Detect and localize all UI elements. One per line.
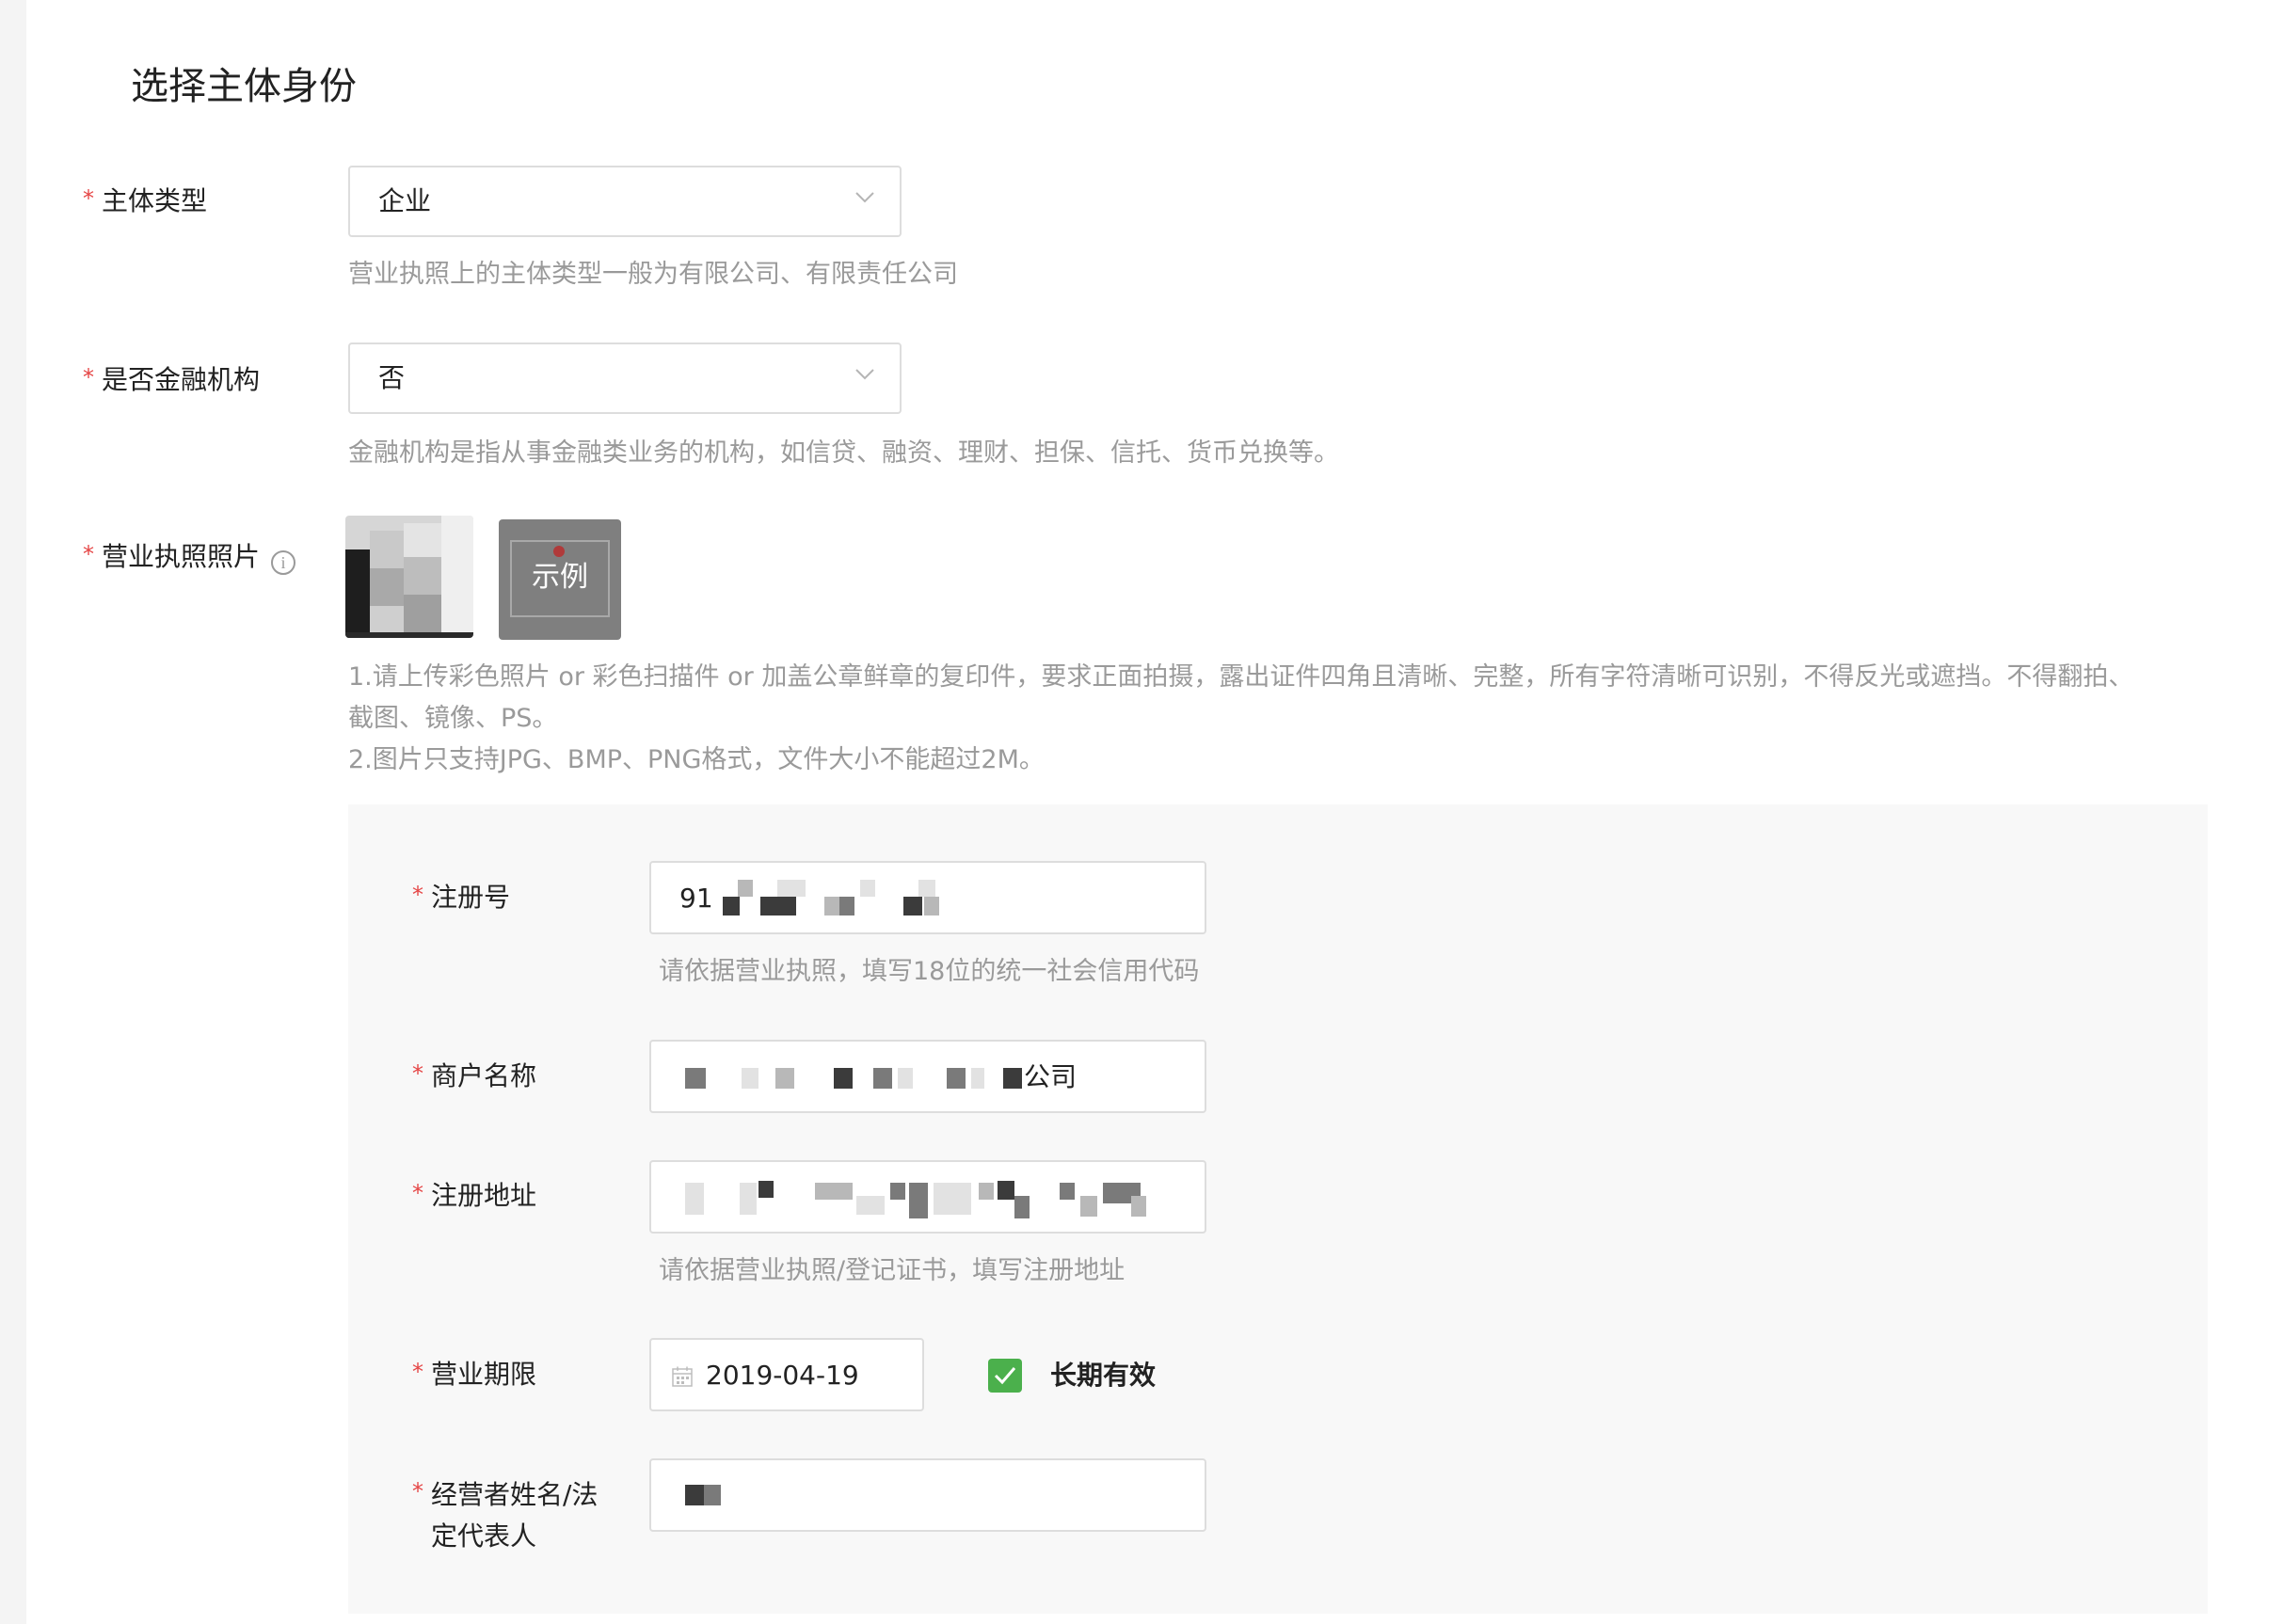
required-star: * <box>83 364 94 390</box>
redaction-block <box>1014 1196 1030 1218</box>
required-star: * <box>412 1180 423 1206</box>
redaction-block <box>777 880 806 897</box>
license-photo-hint-2: 2.图片只支持JPG、BMP、PNG格式，文件大小不能超过2M。 <box>348 745 1045 774</box>
redaction-block <box>1003 1068 1022 1089</box>
license-photo-label-text: 营业执照照片 <box>102 541 261 572</box>
redaction-block <box>898 1068 913 1089</box>
uploaded-license-thumbnail[interactable] <box>345 516 473 638</box>
business-term-label: * 营业期限 <box>412 1354 536 1396</box>
financial-institution-hint: 金融机构是指从事金融类业务的机构，如信贷、融资、理财、担保、信托、货币兑换等。 <box>348 438 1339 468</box>
entity-type-value: 企业 <box>378 185 432 216</box>
redaction-block <box>685 1485 706 1505</box>
financial-institution-value: 否 <box>378 362 406 393</box>
redaction-block <box>856 1196 885 1215</box>
required-star: * <box>412 882 423 908</box>
license-photo-hint-1: 1.请上传彩色照片 or 彩色扫描件 or 加盖公章鲜章的复印件，要求正面拍摄，… <box>348 662 2134 733</box>
financial-institution-select[interactable]: 否 <box>348 342 902 414</box>
business-term-label-text: 营业期限 <box>431 1359 537 1390</box>
redaction-block <box>839 897 854 915</box>
reg-number-hint: 请依据营业执照，填写18位的统一社会信用代码 <box>659 957 1200 986</box>
reg-address-input[interactable] <box>649 1160 1206 1234</box>
sample-label: 示例 <box>532 561 588 594</box>
redaction-block <box>742 1068 758 1089</box>
reg-number-label-text: 注册号 <box>431 882 511 913</box>
redaction-block <box>740 1183 757 1215</box>
redaction-block <box>760 897 796 915</box>
calendar-icon <box>672 1366 693 1387</box>
redaction-block <box>909 1183 928 1218</box>
reg-number-prefix: 91 <box>679 883 713 914</box>
redaction-block <box>1060 1183 1075 1200</box>
form-card: 选择主体身份 * 主体类型 企业 营业执照上的主体类型一般为有限公司、有限责任公司… <box>26 0 2283 1624</box>
merchant-name-label: * 商户名称 <box>412 1056 536 1098</box>
merchant-name-suffix: 公司 <box>1024 1061 1078 1092</box>
redaction-block <box>947 1068 966 1089</box>
redaction-block <box>685 1068 706 1089</box>
reg-address-hint: 请依据营业执照/登记证书，填写注册地址 <box>659 1256 1126 1285</box>
reg-address-label-text: 注册地址 <box>431 1180 537 1211</box>
required-star: * <box>412 1060 423 1087</box>
required-star: * <box>412 1359 423 1385</box>
long-term-label[interactable]: 长期有效 <box>1050 1355 1156 1396</box>
redaction-block <box>758 1181 774 1198</box>
redaction-block <box>903 897 922 915</box>
redaction-block <box>1131 1196 1146 1217</box>
reg-number-label: * 注册号 <box>412 877 510 919</box>
financial-institution-label: * 是否金融机构 <box>83 359 260 402</box>
merchant-name-label-text: 商户名称 <box>431 1060 537 1091</box>
redaction-block <box>998 1181 1014 1200</box>
redaction-block <box>815 1183 853 1200</box>
redaction-block <box>704 1485 721 1505</box>
legal-rep-label: * 经营者姓名/法定代表人 <box>412 1474 623 1557</box>
redaction-block <box>979 1183 994 1200</box>
license-info-panel: * 注册号 91 请依据营业执照，填写18位的统一社会信用代码 * 商户名称 公… <box>348 804 2208 1614</box>
redaction-block <box>775 1068 794 1089</box>
entity-type-hint: 营业执照上的主体类型一般为有限公司、有限责任公司 <box>348 260 958 289</box>
required-star: * <box>412 1478 423 1505</box>
entity-type-label: * 主体类型 <box>83 181 207 223</box>
required-star: * <box>83 185 94 212</box>
redaction-block <box>685 1183 704 1215</box>
redaction-block <box>934 1183 971 1215</box>
business-term-start-date: 2019-04-19 <box>706 1360 859 1391</box>
redaction-block <box>873 1068 892 1089</box>
redaction-block <box>890 1183 905 1200</box>
license-photo-label: * 营业执照照片 i <box>83 536 296 579</box>
redaction-block <box>723 897 740 915</box>
redaction-block <box>924 897 939 915</box>
chevron-down-icon <box>855 192 874 203</box>
reg-number-input[interactable]: 91 <box>649 861 1206 934</box>
check-icon <box>994 1367 1016 1385</box>
redaction-block <box>824 897 839 915</box>
required-star: * <box>83 541 94 567</box>
reg-address-label: * 注册地址 <box>412 1175 536 1218</box>
info-icon[interactable]: i <box>271 550 296 575</box>
redaction-block <box>918 880 935 897</box>
section-title: 选择主体身份 <box>131 65 357 108</box>
financial-institution-label-text: 是否金融机构 <box>102 364 261 395</box>
redaction-block <box>738 880 753 897</box>
legal-rep-input[interactable] <box>649 1458 1206 1532</box>
redaction-block <box>971 1068 984 1089</box>
business-term-date-input[interactable]: 2019-04-19 <box>649 1338 924 1411</box>
sample-license-thumbnail[interactable]: 示例 <box>499 519 621 640</box>
legal-rep-label-text: 经营者姓名/法定代表人 <box>431 1479 599 1552</box>
redaction-block <box>1080 1196 1097 1217</box>
merchant-name-input[interactable]: 公司 <box>649 1040 1206 1113</box>
redaction-block <box>834 1068 853 1089</box>
entity-type-select[interactable]: 企业 <box>348 166 902 237</box>
long-term-checkbox[interactable] <box>988 1359 1022 1393</box>
chevron-down-icon <box>855 369 874 380</box>
entity-type-label-text: 主体类型 <box>102 185 208 216</box>
redaction-block <box>860 880 875 897</box>
